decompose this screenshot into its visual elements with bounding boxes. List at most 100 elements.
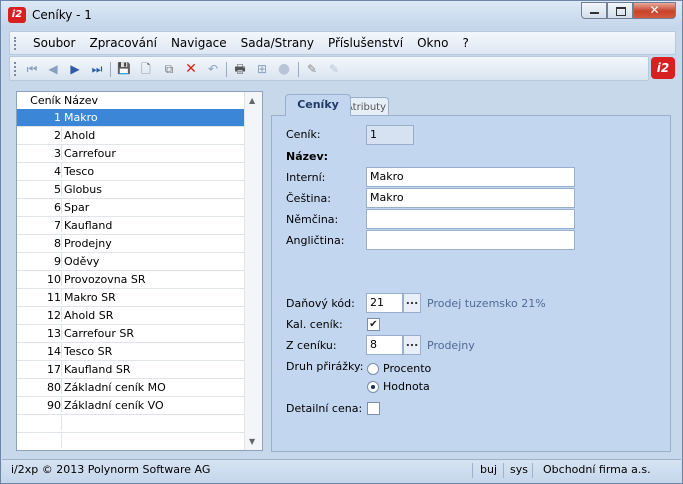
druh-prirazky-label: Druh přirážky:	[286, 360, 364, 373]
menu-grip[interactable]	[14, 37, 18, 50]
new-icon[interactable]: 🗋	[138, 61, 154, 77]
status-bar: i/2xp © 2013 Polynorm Software AG buj sy…	[2, 459, 681, 482]
disabled-circle-icon[interactable]: ●	[276, 61, 292, 77]
nazev-heading: Název:	[286, 150, 329, 163]
table-row[interactable]: 7 Kaufland	[17, 217, 246, 235]
menu-zpracovani[interactable]: Zpracování	[82, 36, 163, 50]
cenik-name-cell: Kaufland	[64, 219, 113, 232]
delete-icon[interactable]: ✕	[183, 61, 199, 77]
cenik-name-cell: Carrefour	[64, 147, 116, 160]
cenik-name-cell: Základní ceník VO	[64, 399, 164, 412]
column-header-cenik[interactable]: Ceník	[17, 94, 61, 107]
print-icon[interactable]: 🖶	[232, 61, 248, 77]
detailni-cena-label: Detailní cena:	[286, 402, 363, 415]
detail-panel: Ceníky Atributy Ceník: 1 Název: Interní:…	[271, 94, 672, 452]
toolbar-separator	[110, 62, 111, 77]
menu-sada-strany[interactable]: Sada/Strany	[234, 36, 321, 50]
cenik-id-cell: 1	[17, 109, 62, 124]
danovy-kod-input[interactable]: 21	[366, 293, 403, 313]
table-row[interactable]: 11 Makro SR	[17, 289, 246, 307]
table-header: Ceník Název	[17, 92, 246, 110]
cenik-name-cell: Makro SR	[64, 291, 116, 304]
save-icon[interactable]: 💾	[116, 61, 132, 77]
cestina-label: Čeština:	[286, 192, 331, 205]
cenik-id-cell: 14	[17, 343, 62, 358]
last-record-icon[interactable]: ⏭	[89, 61, 105, 77]
scroll-down-icon[interactable]: ▼	[249, 437, 255, 446]
kal-cenik-label: Kal. ceník:	[286, 318, 343, 331]
toolbar-separator	[226, 62, 227, 77]
menu-soubor[interactable]: Soubor	[26, 36, 82, 50]
table-row[interactable]: 9 Oděvy	[17, 253, 246, 271]
cenik-name-cell: Kaufland SR	[64, 363, 131, 376]
radio-hodnota-label[interactable]: Hodnota	[383, 380, 430, 393]
menu-prislusenstvi[interactable]: Příslušenství	[321, 36, 410, 50]
vertical-scrollbar[interactable]: ▲ ▼	[244, 92, 262, 450]
table-row[interactable]: 6 Spar	[17, 199, 246, 217]
table-row[interactable]	[17, 415, 246, 433]
next-record-icon[interactable]: ▶	[67, 61, 83, 77]
table-row[interactable]: 14 Tesco SR	[17, 343, 246, 361]
menu-help[interactable]: ?	[455, 36, 475, 50]
table-row[interactable]: 1 Makro	[17, 109, 246, 127]
scroll-up-icon[interactable]: ▲	[249, 96, 255, 105]
table-row[interactable]: 3 Carrefour	[17, 145, 246, 163]
table-row[interactable]	[17, 433, 246, 450]
status-separator	[472, 463, 473, 478]
column-header-nazev[interactable]: Název	[64, 94, 98, 107]
cenik-id-cell	[17, 433, 62, 448]
edit-pen-disabled-icon[interactable]: ✎	[326, 61, 342, 77]
menu-bar: Soubor Zpracování Navigace Sada/Strany P…	[9, 31, 676, 55]
interni-input[interactable]: Makro	[366, 167, 575, 187]
cenik-id-cell: 3	[17, 145, 62, 160]
cenik-id-cell: 10	[17, 271, 62, 286]
undo-icon[interactable]: ↶	[205, 61, 221, 77]
anglictina-input[interactable]	[366, 230, 575, 250]
danovy-kod-lookup-button[interactable]: ...	[403, 293, 421, 313]
radio-hodnota[interactable]	[367, 381, 379, 393]
radio-procento[interactable]	[367, 363, 379, 375]
table-row[interactable]: 2 Ahold	[17, 127, 246, 145]
cenik-name-cell: Základní ceník MO	[64, 381, 166, 394]
danovy-kod-description: Prodej tuzemsko 21%	[427, 297, 546, 310]
cenik-name-cell: Oděvy	[64, 255, 100, 268]
close-button[interactable]: ✕	[633, 2, 676, 19]
cenik-name-cell: Ahold	[64, 129, 96, 142]
tree-icon[interactable]: ⊞	[254, 61, 270, 77]
kal-cenik-checkbox[interactable]: ✔	[367, 318, 380, 331]
cenik-id-cell: 5	[17, 181, 62, 196]
previous-record-icon[interactable]: ◀	[45, 61, 61, 77]
table-row[interactable]: 4 Tesco	[17, 163, 246, 181]
z-ceniku-lookup-button[interactable]: ...	[403, 335, 421, 355]
table-row[interactable]: 17 Kaufland SR	[17, 361, 246, 379]
menu-navigace[interactable]: Navigace	[164, 36, 234, 50]
menu-okno[interactable]: Okno	[410, 36, 455, 50]
copy-icon[interactable]: ⧉	[161, 61, 177, 77]
maximize-button[interactable]	[607, 2, 633, 19]
tab-ceniky[interactable]: Ceníky	[285, 94, 351, 116]
title-bar[interactable]: i2 Ceníky - 1 ✕	[1, 1, 682, 30]
table-row[interactable]: 80 Základní ceník MO	[17, 379, 246, 397]
cenik-id-cell: 8	[17, 235, 62, 250]
edit-pen-icon[interactable]: ✎	[304, 61, 320, 77]
first-record-icon[interactable]: ⏮	[24, 61, 40, 77]
table-body: 1 Makro 2 Ahold 3 Carrefour 4 Tesco 5 Globus 6 Spar…	[17, 109, 246, 450]
z-ceniku-input[interactable]: 8	[366, 335, 403, 355]
table-row[interactable]: 5 Globus	[17, 181, 246, 199]
table-row[interactable]: 10 Provozovna SR	[17, 271, 246, 289]
app-logo-icon[interactable]: i2	[8, 7, 26, 23]
table-row[interactable]: 90 Základní ceník VO	[17, 397, 246, 415]
cestina-input[interactable]: Makro	[366, 188, 575, 208]
status-copyright: i/2xp © 2013 Polynorm Software AG	[11, 463, 211, 476]
cenik-label: Ceník:	[286, 128, 321, 141]
detailni-cena-checkbox[interactable]	[367, 402, 380, 415]
table-row[interactable]: 8 Prodejny	[17, 235, 246, 253]
minimize-button[interactable]	[581, 2, 607, 19]
table-row[interactable]: 12 Ahold SR	[17, 307, 246, 325]
radio-procento-label[interactable]: Procento	[383, 362, 431, 375]
cenik-id-cell	[17, 415, 62, 430]
toolbar-grip[interactable]	[14, 62, 16, 76]
price-list-table: Ceník Název 1 Makro 2 Ahold 3 Carrefour 4 Tesco…	[16, 91, 263, 451]
table-row[interactable]: 13 Carrefour SR	[17, 325, 246, 343]
nemcina-input[interactable]	[366, 209, 575, 229]
